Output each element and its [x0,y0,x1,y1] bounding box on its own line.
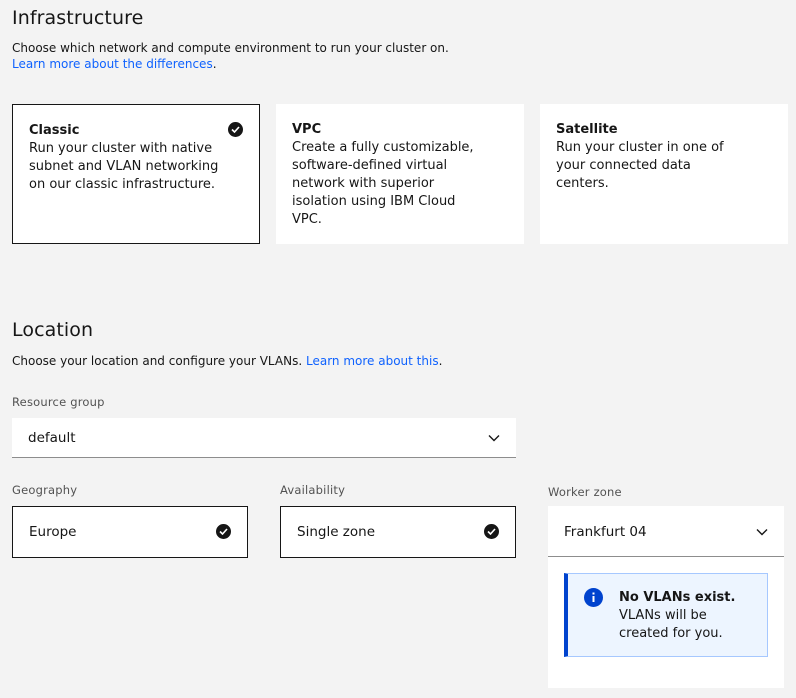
learn-more-location-link[interactable]: Learn more about this [306,354,439,368]
tile-satellite[interactable]: Satellite Run your cluster in one of you… [540,104,788,244]
location-description-text: Choose your location and configure your … [12,354,303,368]
worker-zone-dropdown[interactable]: Frankfurt 04 [548,507,784,557]
geography-value: Europe [29,524,77,540]
availability-label: Availability [280,483,346,497]
learn-more-suffix: . [212,57,217,71]
tile-satellite-description: Run your cluster in one of your connecte… [556,140,724,191]
chevron-down-icon [488,434,500,441]
tile-classic[interactable]: Classic Run your cluster with native sub… [12,104,260,244]
learn-more-suffix: . [438,354,443,368]
cluster-config-page: Infrastructure Choose which network and … [0,0,796,698]
tile-vpc-description: Create a fully customizable, software-de… [292,140,474,227]
checkmark-filled-icon [484,524,499,539]
checkmark-filled-icon [228,122,243,137]
notification-title: No VLANs exist. [619,590,736,605]
location-title: Location [12,319,94,341]
tile-vpc[interactable]: VPC Create a fully customizable, softwar… [276,104,524,244]
geography-select[interactable]: Europe [12,506,248,558]
checkmark-filled-icon [216,524,231,539]
tile-satellite-title: Satellite [556,122,618,137]
availability-value: Single zone [297,524,376,540]
resource-group-label: Resource group [12,395,105,409]
information-icon [584,588,603,607]
infrastructure-learn-more: Learn more about the differences. [12,56,449,72]
infrastructure-description-text: Choose which network and compute environ… [12,41,449,55]
resource-group-dropdown[interactable]: default [12,418,516,458]
tile-classic-title: Classic [29,123,80,138]
notification-body: VLANs will be created for you. [619,608,723,641]
tile-classic-description: Run your cluster with native subnet and … [29,141,219,192]
chevron-down-icon [756,528,768,535]
location-description: Choose your location and configure your … [12,353,442,369]
vlan-info-notification: No VLANs exist. VLANs will be created fo… [564,573,768,657]
availability-select[interactable]: Single zone [280,506,516,558]
resource-group-value: default [28,429,76,446]
worker-zone-label: Worker zone [548,485,622,499]
geography-label: Geography [12,483,78,497]
infrastructure-title: Infrastructure [12,7,144,29]
learn-more-differences-link[interactable]: Learn more about the differences [12,57,213,71]
worker-zone-value: Frankfurt 04 [564,523,647,540]
tile-vpc-title: VPC [292,122,322,137]
infrastructure-description: Choose which network and compute environ… [12,40,449,72]
